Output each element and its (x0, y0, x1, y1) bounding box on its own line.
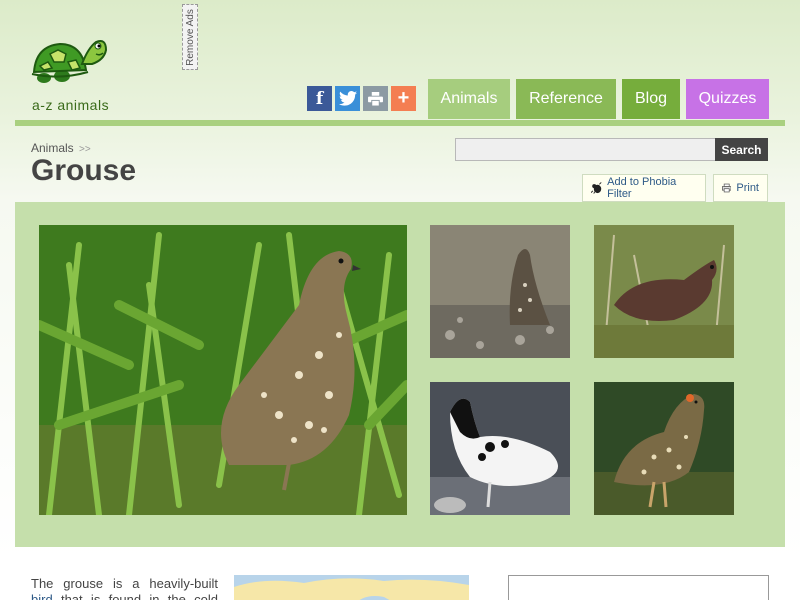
nav-reference[interactable]: Reference (516, 79, 616, 119)
print-button[interactable]: Print (713, 174, 768, 202)
twitter-share-button[interactable] (335, 86, 360, 111)
print-share-icon (368, 91, 383, 106)
search-input[interactable] (455, 138, 716, 161)
add-to-phobia-filter-button[interactable]: Add to Phobia Filter (582, 174, 706, 202)
page-title: Grouse (31, 154, 137, 187)
intro-line-2: that is found in the cold (52, 592, 218, 600)
breadcrumb: Animals >> (31, 141, 91, 155)
remove-ads-label: Remove Ads (184, 8, 196, 66)
bird-link[interactable]: bird (31, 592, 53, 600)
nav-quizzes[interactable]: Quizzes (686, 79, 769, 119)
turtle-logo-icon[interactable] (30, 34, 110, 92)
range-map[interactable] (234, 575, 469, 600)
plus-icon: + (397, 87, 410, 109)
grouse-thumbnail-4[interactable] (594, 382, 734, 515)
print-label: Print (736, 182, 759, 194)
facebook-share-button[interactable]: f (307, 86, 332, 111)
header-divider (15, 120, 785, 126)
printer-icon (722, 183, 732, 193)
intro-line-1: The grouse is a heavily-built (31, 576, 218, 591)
sidebar-panel (508, 575, 769, 600)
twitter-icon (338, 91, 357, 106)
logo-text[interactable]: a-z animals (32, 97, 109, 113)
breadcrumb-animals-link[interactable]: Animals (31, 141, 74, 155)
facebook-icon: f (315, 88, 324, 109)
nav-blog[interactable]: Blog (622, 79, 680, 119)
nav-animals[interactable]: Animals (428, 79, 510, 119)
phobia-filter-label: Add to Phobia Filter (607, 176, 677, 200)
grouse-thumbnail-1[interactable] (430, 225, 570, 358)
intro-paragraph: The grouse is a heavily-built bird that … (31, 576, 218, 600)
more-share-button[interactable]: + (391, 86, 416, 111)
search-button[interactable]: Search (715, 138, 768, 161)
grouse-thumbnail-3[interactable] (430, 382, 570, 515)
remove-ads-button[interactable]: Remove Ads (182, 4, 198, 70)
spider-icon (591, 182, 602, 194)
print-share-button[interactable] (363, 86, 388, 111)
grouse-thumbnail-2[interactable] (594, 225, 734, 358)
main-grouse-photo[interactable] (39, 225, 407, 515)
